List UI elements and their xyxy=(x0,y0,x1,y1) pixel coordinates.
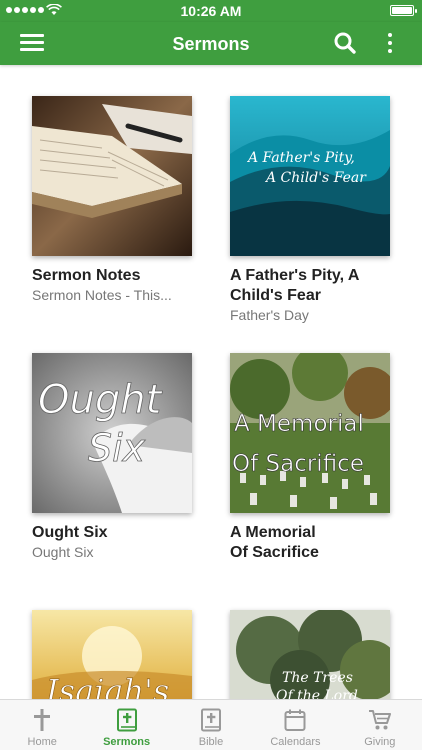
cross-icon xyxy=(34,709,51,731)
fathers-pity-art-text-line1: A Father's Pity, xyxy=(246,150,355,166)
sermon-subtitle: Ought Six xyxy=(32,544,94,560)
tab-bar: Home Sermons Bible Calendars Giving xyxy=(0,699,422,750)
fathers-pity-art-text-line2: A Child's Fear xyxy=(264,170,367,186)
status-time: 10:26 AM xyxy=(180,3,242,19)
sermon-notes-thumbnail xyxy=(32,96,192,256)
calendar-icon xyxy=(284,709,306,731)
tab-label: Sermons xyxy=(103,736,151,748)
ought-six-thumbnail: Ought Six xyxy=(32,353,192,513)
tab-bible[interactable]: Bible xyxy=(169,700,253,750)
sermon-subtitle: Father's Day xyxy=(230,307,309,323)
app-bar: Sermons xyxy=(0,22,422,65)
memorial-thumbnail: A Memorial Of Sacrifice xyxy=(230,353,390,513)
tab-label: Calendars xyxy=(270,736,321,748)
search-button[interactable] xyxy=(333,31,357,55)
tab-home[interactable]: Home xyxy=(0,700,84,750)
tab-label: Home xyxy=(27,736,57,748)
cart-icon xyxy=(368,710,391,730)
memorial-art-text-line2: Of Sacrifice xyxy=(232,451,364,477)
status-bar: 10:26 AM xyxy=(0,0,422,22)
sermon-title: A Father's Pity, A Child's Fear xyxy=(230,267,359,304)
sermon-title: Ought Six xyxy=(32,524,108,541)
bible-icon xyxy=(201,708,222,732)
isaiah-art-text: Isaiah's xyxy=(45,672,169,699)
tab-sermons[interactable]: Sermons xyxy=(84,700,168,750)
tab-calendars[interactable]: Calendars xyxy=(253,700,337,750)
trees-art-text-line1: The Trees xyxy=(282,670,353,686)
sermon-card-ought-six[interactable]: Ought Six Ought Six Ought Six xyxy=(32,353,200,561)
sermon-grid: Sermon Notes Sermon Notes - This... A Fa… xyxy=(0,65,422,699)
trees-art-text-line2: Of the Lord xyxy=(276,688,358,699)
trees-thumbnail: The Trees Of the Lord xyxy=(230,610,390,699)
isaiah-thumbnail: Isaiah's xyxy=(32,610,192,699)
battery-icon xyxy=(390,5,417,16)
memorial-art-text-line1: A Memorial xyxy=(234,411,364,437)
sermon-card-fathers-pity[interactable]: A Father's Pity, A Child's Fear A Father… xyxy=(230,96,398,324)
sermon-card-trees-of-the-lord[interactable]: The Trees Of the Lord xyxy=(230,610,398,699)
sermon-title: Sermon Notes xyxy=(32,267,141,284)
sermon-subtitle: Sermon Notes - This... xyxy=(32,287,172,303)
bible-icon xyxy=(116,708,137,732)
tab-label: Giving xyxy=(364,736,396,748)
tab-giving[interactable]: Giving xyxy=(338,700,422,750)
sermon-title-line1: A Memorial xyxy=(230,524,316,541)
ought-six-art-text-line2: Six xyxy=(88,426,146,470)
sermon-card-memorial-of-sacrifice[interactable]: A Memorial Of Sacrifice A Memorial Of Sa… xyxy=(230,353,398,563)
sermon-card-sermon-notes[interactable]: Sermon Notes Sermon Notes - This... xyxy=(32,96,200,304)
page-title: Sermons xyxy=(172,34,250,54)
sermon-card-isaiah[interactable]: Isaiah's xyxy=(32,610,200,699)
more-options-button[interactable] xyxy=(380,30,400,56)
ought-six-art-text-line1: Ought xyxy=(38,377,163,423)
fathers-pity-thumbnail: A Father's Pity, A Child's Fear xyxy=(230,96,390,256)
tab-label: Bible xyxy=(198,736,224,748)
sermon-title-line2: Of Sacrifice xyxy=(230,544,319,561)
search-icon xyxy=(334,32,356,54)
